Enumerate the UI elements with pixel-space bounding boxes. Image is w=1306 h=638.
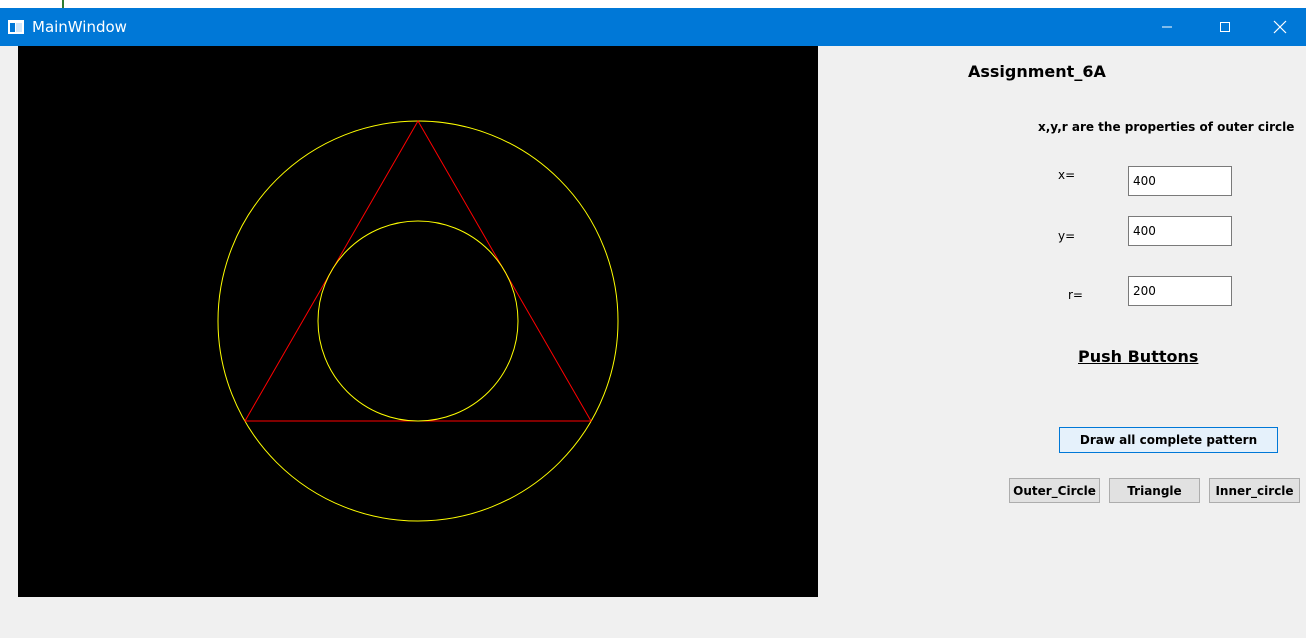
minimize-icon	[1161, 21, 1173, 33]
x-label: x=	[1058, 168, 1076, 182]
outer-circle-button[interactable]: Outer_Circle	[1009, 478, 1100, 503]
triangle-button[interactable]: Triangle	[1109, 478, 1200, 503]
close-icon	[1273, 20, 1287, 34]
r-input[interactable]	[1128, 276, 1232, 306]
window-app-icon	[8, 19, 24, 34]
assignment-heading: Assignment_6A	[968, 62, 1106, 81]
inner-circle-shape	[317, 220, 519, 422]
draw-all-pattern-button[interactable]: Draw all complete pattern	[1059, 427, 1278, 453]
push-buttons-heading: Push Buttons	[1078, 347, 1199, 366]
inner-circle-button[interactable]: Inner_circle	[1209, 478, 1300, 503]
window-title: MainWindow	[32, 18, 127, 36]
r-label: r=	[1068, 288, 1083, 302]
x-input[interactable]	[1128, 166, 1232, 196]
drawing-canvas	[18, 46, 818, 597]
maximize-button[interactable]	[1196, 8, 1254, 46]
y-label: y=	[1058, 229, 1076, 243]
y-input[interactable]	[1128, 216, 1232, 246]
minimize-button[interactable]	[1138, 8, 1196, 46]
window-titlebar[interactable]: MainWindow	[0, 8, 1306, 46]
editor-gutter-mark	[62, 0, 64, 8]
outer-circle-shape	[217, 120, 619, 522]
triangle-shape	[244, 119, 592, 422]
pattern-drawing	[217, 119, 619, 522]
close-button[interactable]	[1254, 8, 1306, 46]
properties-description: x,y,r are the properties of outer circle	[1038, 120, 1295, 134]
maximize-icon	[1219, 21, 1231, 33]
